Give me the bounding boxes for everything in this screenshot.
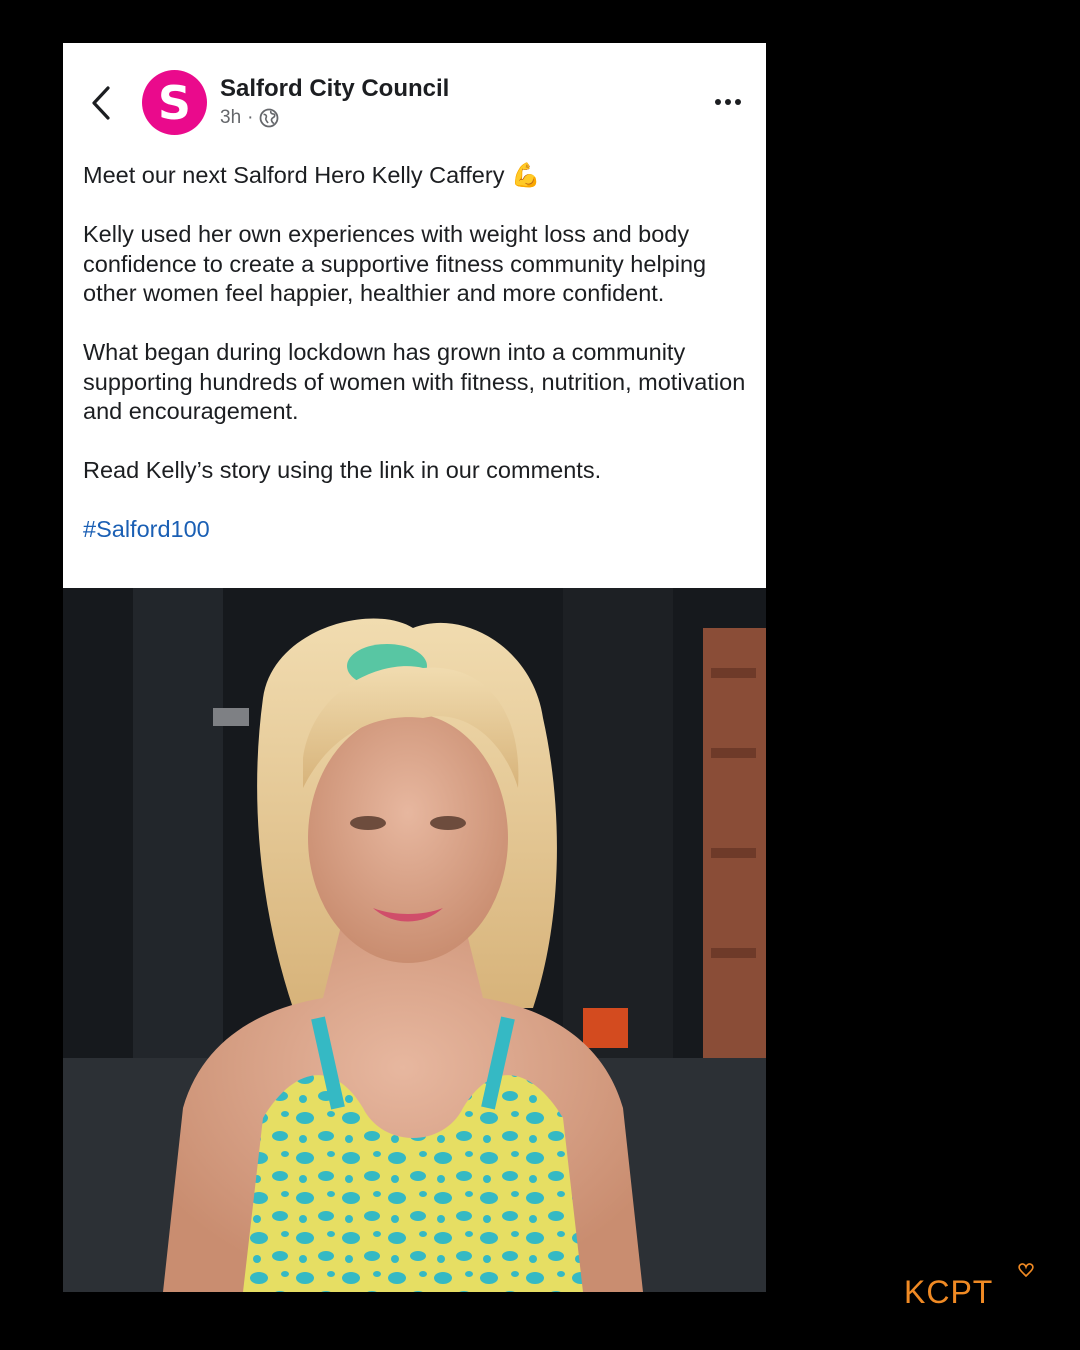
- more-horizontal-icon: [715, 99, 741, 105]
- post-card: S Salford City Council 3h · Meet our nex…: [63, 43, 766, 1292]
- post-paragraph: What began during lockdown has grown int…: [83, 339, 746, 424]
- more-options-button[interactable]: [703, 89, 753, 115]
- hashtag-link[interactable]: #Salford100: [83, 516, 210, 542]
- logo-text: KCPT: [904, 1274, 993, 1308]
- back-button[interactable]: [83, 83, 119, 123]
- post-paragraph: Kelly used her own experiences with weig…: [83, 221, 707, 306]
- meta-separator: ·: [247, 107, 254, 128]
- kcpt-logo-mark: KCPT: [904, 1263, 1034, 1310]
- post-timestamp[interactable]: 3h: [220, 107, 241, 129]
- chevron-left-icon: [92, 86, 110, 120]
- post-paragraph: Meet our next Salford Hero Kelly Caffery…: [83, 162, 541, 188]
- post-text: Meet our next Salford Hero Kelly Caffery…: [83, 161, 748, 574]
- post-meta: 3h ·: [220, 107, 279, 129]
- page-name[interactable]: Salford City Council: [220, 75, 449, 103]
- avatar[interactable]: S: [142, 70, 207, 135]
- globe-icon: [260, 108, 279, 128]
- kcpt-logo: KCPT: [904, 1262, 1044, 1310]
- post-paragraph: Read Kelly’s story using the link in our…: [83, 457, 602, 483]
- post-header: S Salford City Council 3h ·: [63, 43, 766, 163]
- post-photo[interactable]: [63, 588, 766, 1292]
- avatar-letter: S: [157, 75, 192, 130]
- portrait-illustration: [63, 588, 766, 1292]
